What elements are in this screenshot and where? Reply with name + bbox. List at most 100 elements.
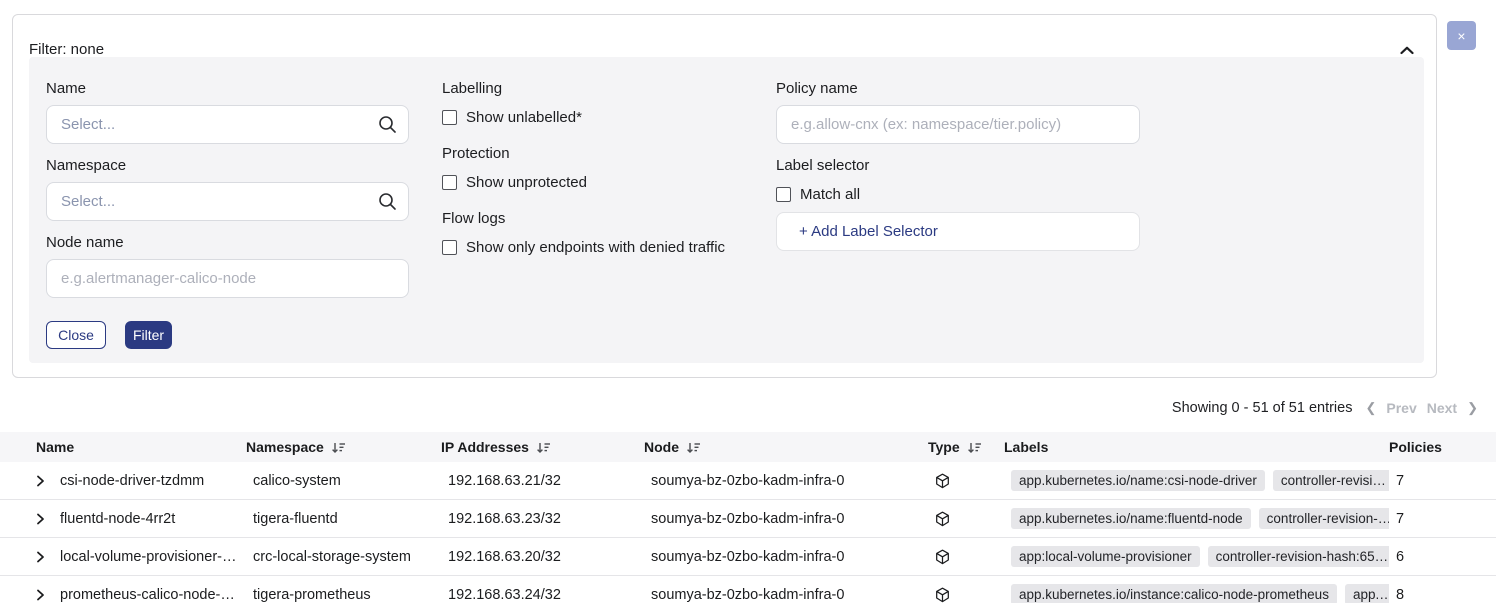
protection-group: Protection Show unprotected — [442, 143, 782, 193]
match-all-label: Match all — [800, 186, 860, 203]
table-row: local-volume-provisioner-…crc-local-stor… — [0, 538, 1496, 576]
cell-node: soumya-bz-0zbo-kadm-infra-0 — [644, 511, 928, 527]
column-header-ip-addresses[interactable]: IP Addresses — [441, 439, 644, 455]
cell-namespace: crc-local-storage-system — [246, 549, 441, 565]
checkbox[interactable] — [442, 110, 457, 125]
sort-icon — [536, 441, 551, 454]
label-chip: app.kubernetes.io/instance:calico-node-p… — [1011, 584, 1337, 603]
name-select-input[interactable] — [46, 105, 409, 144]
filter-button[interactable]: Filter — [125, 321, 172, 349]
denied-traffic-checkbox-row[interactable]: Show only endpoints with denied traffic — [442, 236, 782, 258]
column-header-labels: Labels — [1004, 439, 1389, 455]
label-chip: controller-revision-hash:65… — [1208, 546, 1389, 567]
table-body: csi-node-driver-tzdmmcalico-system192.16… — [0, 462, 1496, 603]
chevron-right-icon[interactable]: ❯ — [1467, 400, 1478, 416]
cell-policies: 6 — [1389, 549, 1496, 565]
cell-type — [928, 587, 1004, 603]
search-icon — [378, 115, 397, 134]
checkbox[interactable] — [442, 175, 457, 190]
show-unprotected-checkbox-row[interactable]: Show unprotected — [442, 171, 782, 193]
cell-labels: app.kubernetes.io/name:fluentd-node contr… — [1004, 508, 1389, 529]
cell-node: soumya-bz-0zbo-kadm-infra-0 — [644, 587, 928, 603]
pagination: Showing 0 - 51 of 51 entries ❮ Prev Next… — [1172, 396, 1478, 420]
node-name-input[interactable] — [46, 259, 409, 298]
namespace-filter-field: Namespace — [46, 155, 409, 221]
label-chip: controller-revision-… — [1259, 508, 1389, 529]
column-header-type[interactable]: Type — [928, 439, 1004, 455]
column-header-name: Name — [36, 439, 246, 455]
cell-namespace: calico-system — [246, 473, 441, 489]
pod-cube-icon — [935, 587, 950, 603]
cell-namespace: tigera-prometheus — [246, 587, 441, 603]
label-selector-section: Label selector Match all + Add Label Sel… — [776, 155, 1140, 251]
flow-logs-group-label: Flow logs — [442, 208, 782, 230]
cell-labels: app.kubernetes.io/instance:calico-node-p… — [1004, 584, 1389, 603]
pod-cube-icon — [935, 473, 950, 489]
search-icon — [378, 192, 397, 211]
label-selector-label: Label selector — [776, 155, 1140, 177]
column-header-node[interactable]: Node — [644, 439, 928, 455]
expand-row-button[interactable] — [36, 475, 60, 487]
cell-node: soumya-bz-0zbo-kadm-infra-0 — [644, 549, 928, 565]
policy-name-input[interactable] — [776, 105, 1140, 144]
checkbox[interactable] — [776, 187, 791, 202]
protection-group-label: Protection — [442, 143, 782, 165]
show-unlabelled-label: Show unlabelled* — [466, 109, 582, 126]
prev-page-button[interactable]: Prev — [1386, 400, 1416, 416]
label-chip: app.kubernetes.io/name:csi-node-driver — [1011, 470, 1265, 491]
cell-name: local-volume-provisioner-… — [60, 549, 246, 565]
cell-namespace: tigera-fluentd — [246, 511, 441, 527]
label-chip: app.… — [1345, 584, 1389, 603]
next-page-button[interactable]: Next — [1427, 400, 1457, 416]
label-chip: controller-revisi… — [1273, 470, 1389, 491]
label-chip: app.kubernetes.io/name:fluentd-node — [1011, 508, 1251, 529]
cell-policies: 7 — [1389, 511, 1496, 527]
cell-type — [928, 473, 1004, 489]
flow-logs-group: Flow logs Show only endpoints with denie… — [442, 208, 782, 258]
expand-row-button[interactable] — [36, 513, 60, 525]
filter-panel-body: Name Namespace — [29, 57, 1424, 363]
sort-icon — [686, 441, 701, 454]
denied-traffic-label: Show only endpoints with denied traffic — [466, 239, 725, 256]
expand-row-button[interactable] — [36, 589, 60, 601]
cell-policies: 8 — [1389, 587, 1496, 603]
name-filter-field: Name — [46, 78, 409, 144]
cell-ip-addresses: 192.168.63.21/32 — [441, 473, 644, 489]
match-all-checkbox-row[interactable]: Match all — [776, 183, 1140, 205]
chevron-right-icon — [36, 589, 45, 601]
cell-type — [928, 511, 1004, 527]
node-name-filter-field: Node name — [46, 232, 409, 298]
cell-ip-addresses: 192.168.63.20/32 — [441, 549, 644, 565]
policy-name-field: Policy name — [776, 78, 1140, 144]
column-header-namespace[interactable]: Namespace — [246, 439, 441, 455]
sort-icon — [967, 441, 982, 454]
checkbox[interactable] — [442, 240, 457, 255]
cell-ip-addresses: 192.168.63.24/32 — [441, 587, 644, 603]
cell-policies: 7 — [1389, 473, 1496, 489]
close-button[interactable]: Close — [46, 321, 106, 349]
endpoints-page: × Filter: none Name Namespac — [0, 0, 1496, 603]
close-icon[interactable]: × — [1447, 21, 1476, 50]
table-row: csi-node-driver-tzdmmcalico-system192.16… — [0, 462, 1496, 500]
pod-cube-icon — [935, 511, 950, 527]
show-unlabelled-checkbox-row[interactable]: Show unlabelled* — [442, 106, 782, 128]
namespace-select-input[interactable] — [46, 182, 409, 221]
add-label-selector-button[interactable]: + Add Label Selector — [776, 212, 1140, 251]
column-header-policies: Policies — [1389, 439, 1496, 455]
chevron-right-icon — [36, 551, 45, 563]
node-name-field-label: Node name — [46, 232, 409, 254]
cell-name: fluentd-node-4rr2t — [60, 511, 246, 527]
chevron-left-icon[interactable]: ❮ — [1365, 400, 1376, 416]
labelling-group: Labelling Show unlabelled* — [442, 78, 782, 128]
policy-name-field-label: Policy name — [776, 78, 1140, 100]
filter-panel: Filter: none Name Namespace — [12, 14, 1437, 378]
table-header-row: NameNamespaceIP AddressesNodeTypeLabelsP… — [0, 432, 1496, 462]
expand-row-button[interactable] — [36, 551, 60, 563]
endpoints-table: NameNamespaceIP AddressesNodeTypeLabelsP… — [0, 432, 1496, 603]
filter-column-middle: Labelling Show unlabelled* Protection Sh… — [442, 78, 782, 273]
filter-column-right: Policy name Label selector Match all + A… — [776, 78, 1140, 251]
label-chip: app:local-volume-provisioner — [1011, 546, 1200, 567]
cell-name: csi-node-driver-tzdmm — [60, 473, 246, 489]
cell-name: prometheus-calico-node-… — [60, 587, 246, 603]
table-row: fluentd-node-4rr2ttigera-fluentd192.168.… — [0, 500, 1496, 538]
